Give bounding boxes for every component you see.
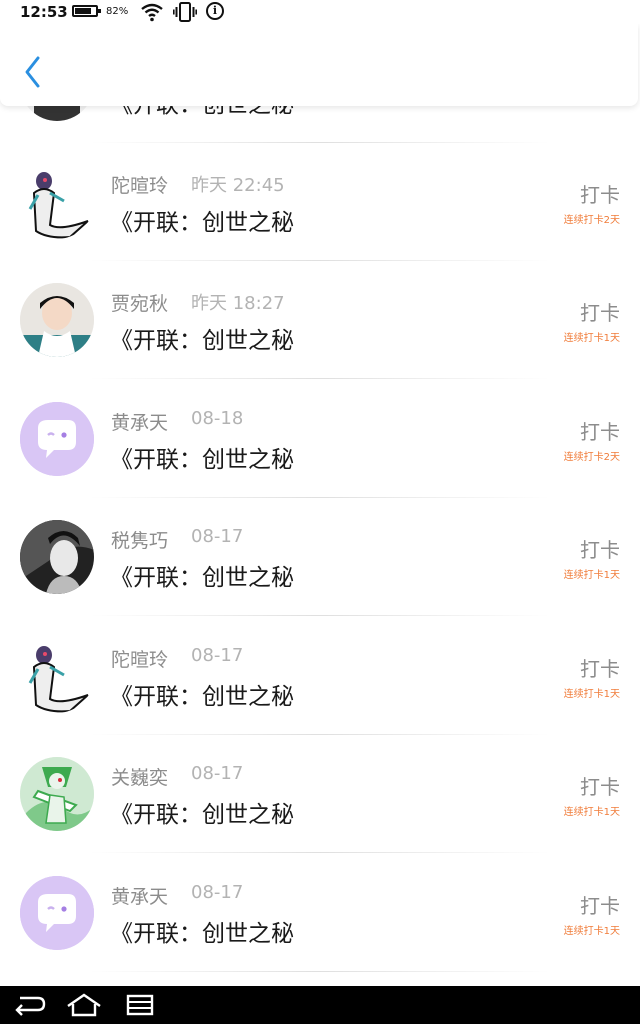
- checkin-time: 08-18: [191, 408, 244, 429]
- avatar[interactable]: [20, 639, 94, 713]
- checkin-row[interactable]: 陀暄玲 昨天 22:45 《开联：创世之秘 打卡 连续打卡2天: [0, 143, 640, 261]
- checkin-time: 08-17: [191, 882, 244, 903]
- battery-percent: 82%: [106, 6, 129, 17]
- user-name: 关巍奕: [111, 767, 169, 789]
- system-nav-bar: [0, 986, 640, 1024]
- streak-badge: 连续打卡1天: [563, 807, 620, 818]
- checkin-label: 打卡: [580, 775, 620, 799]
- checkin-row[interactable]: 贾宛秋 昨天 18:27 《开联：创世之秘 打卡 连续打卡1天: [0, 261, 640, 379]
- checkin-time: 08-17: [191, 645, 244, 666]
- book-title: 《开联：创世之秘: [110, 447, 294, 473]
- book-title: 《开联：创世之秘: [110, 921, 294, 947]
- book-title: 《开联：创世之秘: [110, 684, 294, 710]
- info-icon: i: [206, 2, 224, 20]
- book-title: 《开联：创世之秘: [110, 328, 294, 354]
- checkin-row[interactable]: 黄承天 08-18 《开联：创世之秘 打卡 连续打卡2天: [0, 380, 640, 498]
- avatar[interactable]: [20, 520, 94, 594]
- divider: [90, 852, 550, 853]
- checkin-time: 08-17: [191, 526, 244, 547]
- divider: [90, 378, 550, 379]
- book-title: 《开联：创世之秘: [110, 210, 294, 236]
- user-name: 贾宛秋: [111, 293, 169, 315]
- checkin-row[interactable]: 陀暄玲 08-17 《开联：创世之秘 打卡 连续打卡1天: [0, 617, 640, 735]
- default-avatar-icon: [20, 876, 94, 950]
- avatar[interactable]: [20, 876, 94, 950]
- checkin-time: 08-17: [191, 763, 244, 784]
- home-icon[interactable]: [64, 992, 104, 1018]
- top-app-bar: [0, 24, 638, 106]
- chevron-left-icon: [25, 56, 40, 88]
- avatar[interactable]: [20, 757, 94, 831]
- checkin-label: 打卡: [580, 657, 620, 681]
- checkin-time: 昨天 18:27: [191, 293, 285, 314]
- divider: [90, 971, 550, 972]
- streak-badge: 连续打卡2天: [563, 215, 620, 226]
- checkin-row[interactable]: 黄承天 08-17 《开联：创世之秘 打卡 连续打卡1天: [0, 854, 640, 972]
- battery-icon: [72, 5, 101, 17]
- streak-badge: 连续打卡2天: [563, 452, 620, 463]
- divider: [90, 615, 550, 616]
- checkin-label: 打卡: [580, 183, 620, 207]
- checkin-label: 打卡: [580, 894, 620, 918]
- default-avatar-icon: [20, 402, 94, 476]
- streak-badge: 连续打卡1天: [563, 570, 620, 581]
- checkin-label: 打卡: [580, 420, 620, 444]
- back-icon[interactable]: [8, 992, 48, 1018]
- status-time: 12:53: [20, 3, 68, 21]
- user-name: 黄承天: [111, 886, 169, 908]
- checkin-row[interactable]: 税隽巧 08-17 《开联：创世之秘 打卡 连续打卡1天: [0, 498, 640, 616]
- user-name: 税隽巧: [111, 530, 169, 552]
- streak-badge: 连续打卡1天: [563, 689, 620, 700]
- vibrate-icon: [173, 2, 198, 26]
- avatar[interactable]: [20, 165, 94, 239]
- book-title: 《开联：创世之秘: [110, 565, 294, 591]
- checkin-time: 昨天 22:45: [191, 175, 285, 196]
- streak-badge: 连续打卡1天: [563, 926, 620, 937]
- checkin-list: 《开联：创世之秘 陀暄玲 昨天 22:45 《开联：创世之秘 打卡 连续打卡2天: [0, 0, 640, 986]
- streak-badge: 连续打卡1天: [563, 333, 620, 344]
- status-bar: 12:53 82% i: [0, 0, 640, 24]
- checkin-row[interactable]: 关巍奕 08-17 《开联：创世之秘 打卡 连续打卡1天: [0, 735, 640, 853]
- checkin-label: 打卡: [580, 301, 620, 325]
- back-button[interactable]: [18, 52, 48, 92]
- user-name: 陀暄玲: [111, 175, 169, 197]
- avatar[interactable]: [20, 402, 94, 476]
- checkin-label: 打卡: [580, 538, 620, 562]
- avatar[interactable]: [20, 283, 94, 357]
- wifi-icon: [141, 2, 163, 26]
- recent-apps-icon[interactable]: [120, 992, 160, 1018]
- user-name: 黄承天: [111, 412, 169, 434]
- user-name: 陀暄玲: [111, 649, 169, 671]
- book-title: 《开联：创世之秘: [110, 802, 294, 828]
